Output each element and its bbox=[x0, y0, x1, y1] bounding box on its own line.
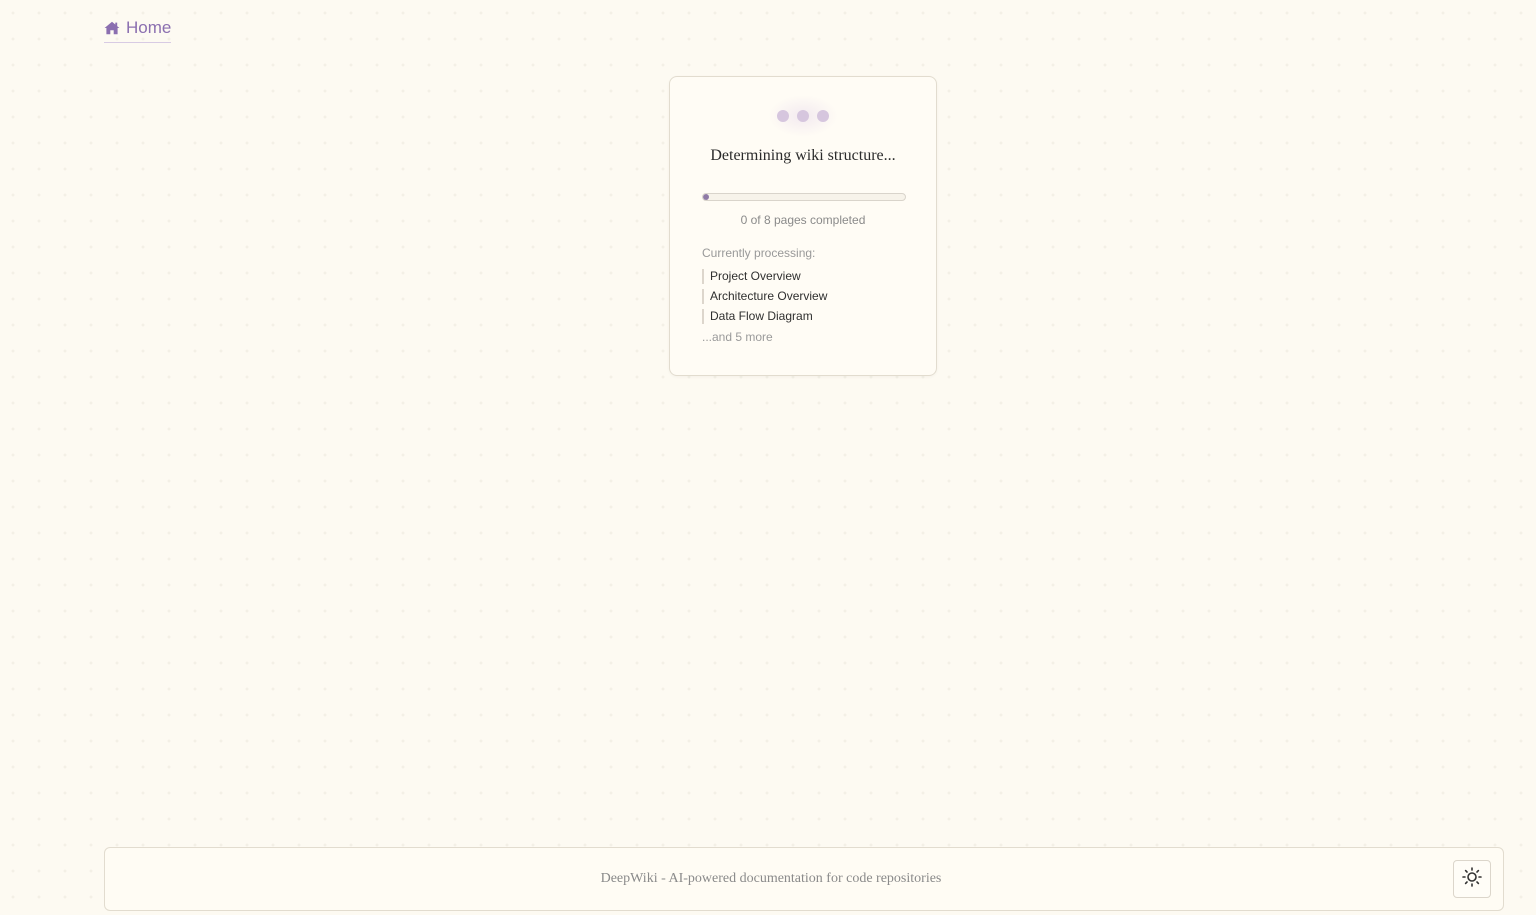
home-link[interactable]: Home bbox=[104, 18, 172, 43]
loading-dot bbox=[777, 110, 789, 122]
footer: DeepWiki - AI-powered documentation for … bbox=[104, 847, 1504, 911]
loading-dot bbox=[817, 110, 829, 122]
loading-title: Determining wiki structure... bbox=[710, 147, 896, 164]
loading-indicator bbox=[670, 95, 936, 137]
processing-item: Project Overview bbox=[702, 268, 827, 288]
theme-toggle-button[interactable] bbox=[1453, 860, 1491, 898]
more-items-text: ...and 5 more bbox=[702, 330, 773, 344]
processing-list: Project Overview Architecture Overview D… bbox=[702, 268, 827, 328]
progress-fill bbox=[703, 194, 710, 200]
processing-label: Currently processing: bbox=[702, 246, 816, 260]
footer-text: DeepWiki - AI-powered documentation for … bbox=[600, 871, 942, 886]
home-label: Home bbox=[126, 18, 172, 37]
progress-text: 0 of 8 pages completed bbox=[740, 213, 866, 227]
loading-card: Determining wiki structure... 0 of 8 pag… bbox=[669, 76, 937, 376]
processing-item: Architecture Overview bbox=[702, 288, 827, 308]
progress-bar bbox=[702, 193, 906, 201]
sun-icon bbox=[1462, 866, 1482, 892]
home-icon bbox=[104, 21, 120, 35]
processing-item: Data Flow Diagram bbox=[702, 308, 827, 328]
loading-dot bbox=[797, 110, 809, 122]
